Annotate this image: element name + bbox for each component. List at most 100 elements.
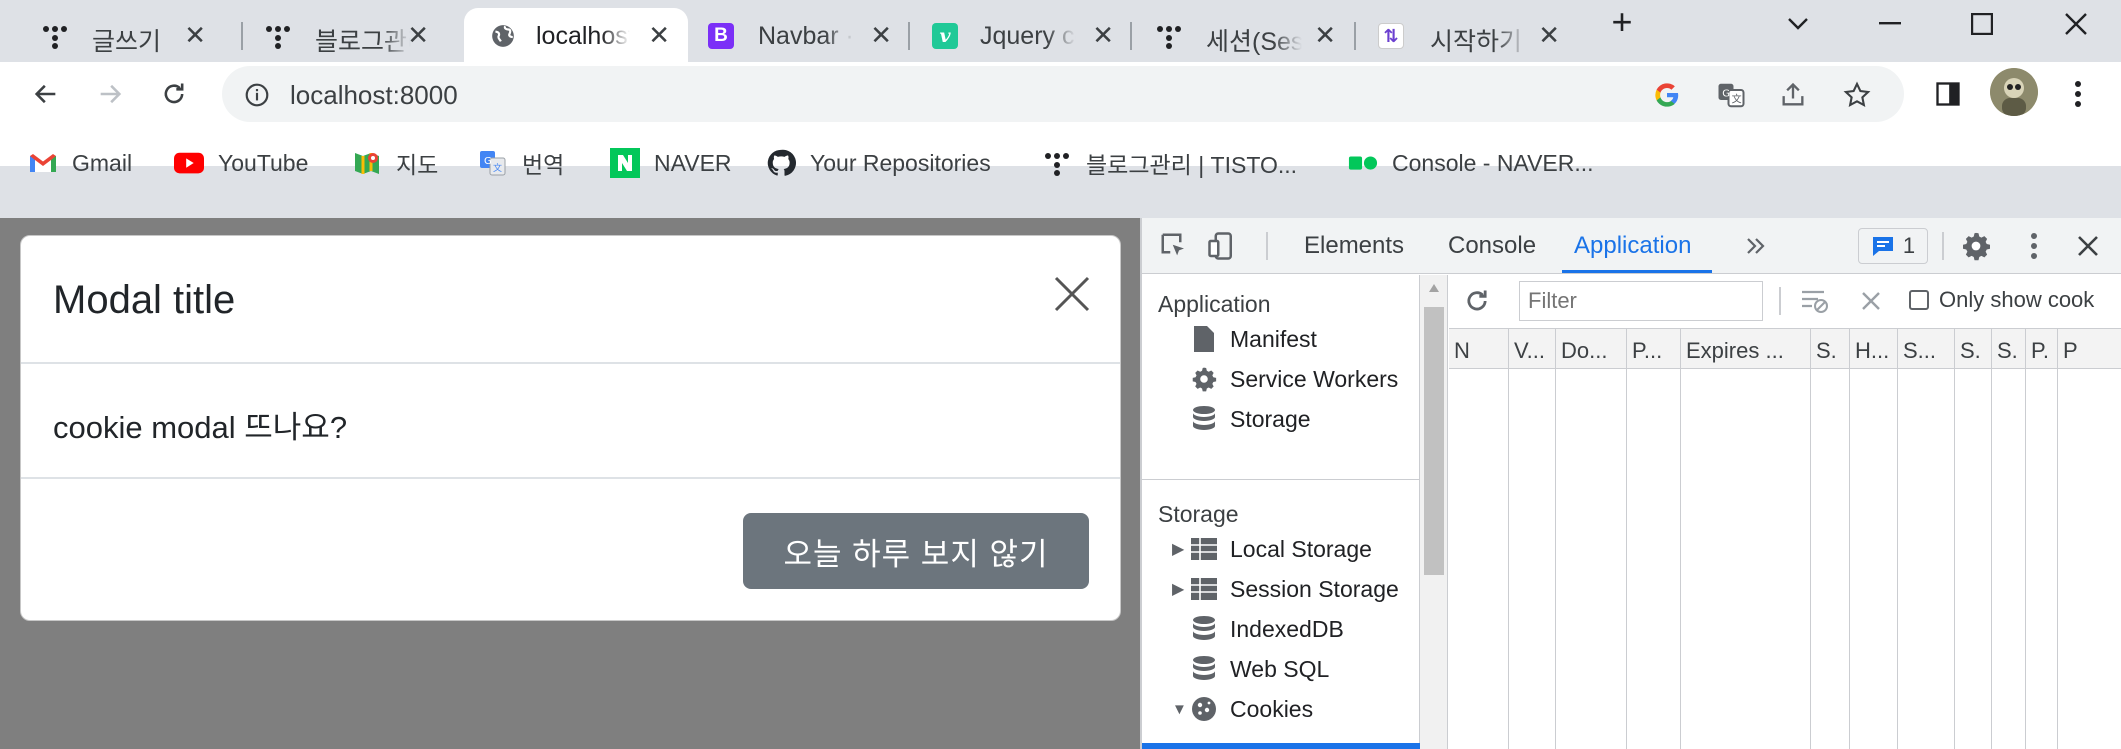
url-text: localhost:8000: [290, 80, 458, 110]
close-icon[interactable]: ✕: [407, 20, 429, 50]
column-header[interactable]: P...: [1627, 329, 1681, 369]
column-divider: [2025, 369, 2026, 749]
more-tabs-icon[interactable]: [1738, 228, 1774, 264]
tab-elements[interactable]: Elements: [1304, 232, 1404, 260]
column-header[interactable]: S.: [1811, 329, 1850, 369]
forward-arrow-icon[interactable]: [88, 72, 132, 116]
close-devtools-icon[interactable]: [2070, 228, 2106, 264]
tab-console[interactable]: Console: [1448, 232, 1536, 260]
close-icon[interactable]: ✕: [1314, 20, 1336, 50]
only-show-issues-checkbox[interactable]: Only show cook: [1909, 287, 2094, 313]
close-icon[interactable]: [1052, 274, 1092, 314]
dont-show-today-button[interactable]: 오늘 하루 보지 않기: [743, 513, 1089, 589]
translate-icon: G文: [478, 149, 508, 177]
inspect-element-icon[interactable]: [1156, 228, 1192, 264]
tab-3-active[interactable]: localhost:8000 ✕: [464, 8, 688, 62]
column-header[interactable]: N: [1449, 329, 1509, 369]
bookmark-maps[interactable]: 지도: [352, 146, 438, 180]
avatar[interactable]: [1990, 68, 2038, 116]
close-icon[interactable]: ✕: [1092, 20, 1114, 50]
filter-input[interactable]: [1519, 281, 1763, 321]
new-tab-button[interactable]: +: [1592, 1, 1652, 42]
maximize-button[interactable]: [1952, 4, 2012, 44]
column-header[interactable]: S...: [1898, 329, 1955, 369]
expand-arrow-icon[interactable]: ▶: [1172, 539, 1184, 559]
minimize-button[interactable]: [1860, 4, 1920, 44]
close-icon[interactable]: ✕: [1538, 20, 1560, 50]
window-close-button[interactable]: [2046, 4, 2106, 44]
device-toolbar-icon[interactable]: [1204, 228, 1240, 264]
column-header[interactable]: H...: [1850, 329, 1898, 369]
sidebar-item-service-workers[interactable]: Service Workers: [1190, 363, 1398, 395]
sidebar-item-cookies[interactable]: ▼ Cookies: [1172, 693, 1313, 725]
section-header-storage: Storage: [1158, 501, 1239, 527]
bookmark-gmail[interactable]: Gmail: [28, 146, 132, 180]
globe-icon: [490, 23, 516, 49]
back-arrow-icon[interactable]: [24, 72, 68, 116]
column-header[interactable]: S.: [1955, 329, 1992, 369]
collapse-arrow-icon[interactable]: ▼: [1172, 701, 1187, 718]
sidebar-item-local-storage[interactable]: ▶ Local Storage: [1172, 533, 1372, 565]
bookmark-translate[interactable]: G文 번역: [478, 146, 564, 180]
tab-6[interactable]: 세션(Session) ✕: [1132, 8, 1354, 62]
sidebar-item-session-storage[interactable]: ▶ Session Storage: [1172, 573, 1399, 605]
close-icon[interactable]: ✕: [870, 20, 892, 50]
tab-2[interactable]: 블로그관리 ✕: [225, 8, 447, 62]
refresh-icon[interactable]: [1459, 283, 1495, 319]
close-icon[interactable]: ✕: [648, 20, 670, 50]
bookmark-naver-console[interactable]: Console - NAVER...: [1348, 146, 1594, 180]
delete-icon[interactable]: [1853, 283, 1889, 319]
column-header[interactable]: Do...: [1556, 329, 1627, 369]
sidebar-scrollbar[interactable]: [1420, 275, 1448, 749]
tab-4[interactable]: B Navbar · Bootstrap ✕: [688, 8, 910, 62]
bookmark-label: NAVER: [654, 149, 732, 176]
sidebar-item-manifest[interactable]: Manifest: [1190, 323, 1317, 355]
file-icon: [1190, 325, 1218, 353]
sidebar-item-indexeddb[interactable]: IndexedDB: [1190, 613, 1344, 645]
reload-icon[interactable]: [152, 72, 196, 116]
column-header[interactable]: S.: [1992, 329, 2026, 369]
google-icon[interactable]: [1648, 76, 1686, 114]
more-vert-icon[interactable]: [2056, 72, 2100, 116]
column-header[interactable]: Expires ...: [1681, 329, 1811, 369]
devtools-tab-bar: Elements Console Application 1: [1142, 218, 2121, 274]
tab-5[interactable]: v Jquery cookie ✕: [910, 8, 1132, 62]
side-panel-icon[interactable]: [1926, 72, 1970, 116]
more-vert-icon[interactable]: [2016, 228, 2052, 264]
tab-1[interactable]: 글쓰기 ✕: [2, 8, 224, 62]
bookmark-label: Your Repositories: [810, 149, 991, 176]
database-icon: [1190, 405, 1218, 433]
bookmark-github[interactable]: Your Repositories: [766, 146, 991, 180]
sidebar-item-web-sql[interactable]: Web SQL: [1190, 653, 1329, 685]
sidebar-item-label: Service Workers: [1230, 365, 1399, 392]
devtools-panel: Elements Console Application 1 Applicati…: [1140, 218, 2121, 749]
sidebar-item-label: Storage: [1230, 405, 1311, 432]
bookmark-naver[interactable]: NAVER: [610, 146, 732, 180]
clear-filtered-icon[interactable]: [1797, 283, 1833, 319]
share-icon[interactable]: [1774, 76, 1812, 114]
scroll-up-icon[interactable]: [1428, 283, 1440, 293]
close-icon[interactable]: ✕: [184, 20, 206, 50]
bookmark-youtube[interactable]: YouTube: [174, 146, 308, 180]
translate-icon[interactable]: G文: [1712, 76, 1750, 114]
column-header[interactable]: P: [2058, 329, 2121, 369]
gear-icon[interactable]: [1958, 228, 1994, 264]
scrollbar-thumb[interactable]: [1424, 307, 1444, 575]
tab-7[interactable]: ⇅ 시작하기 ✕: [1356, 8, 1578, 62]
issues-badge[interactable]: 1: [1858, 228, 1928, 264]
column-header[interactable]: V...: [1509, 329, 1556, 369]
star-icon[interactable]: [1838, 76, 1876, 114]
tab-title: localhost:8000: [536, 22, 630, 50]
tab-application[interactable]: Application: [1574, 232, 1691, 260]
modal-title: Modal title: [53, 278, 236, 322]
address-bar[interactable]: localhost:8000 G文: [222, 66, 1904, 122]
table-icon: [1190, 535, 1218, 563]
sidebar-item-storage[interactable]: Storage: [1190, 403, 1311, 435]
cookies-view: Only show cook N V... Do... P... Expires…: [1449, 275, 2121, 749]
chevron-down-icon[interactable]: [1768, 4, 1828, 44]
checkbox-box[interactable]: [1909, 290, 1929, 310]
bookmark-tistory[interactable]: 블로그관리 | TISTO...: [1042, 146, 1297, 180]
expand-arrow-icon[interactable]: ▶: [1172, 579, 1184, 599]
info-icon[interactable]: [238, 76, 276, 114]
column-header[interactable]: P.: [2026, 329, 2058, 369]
